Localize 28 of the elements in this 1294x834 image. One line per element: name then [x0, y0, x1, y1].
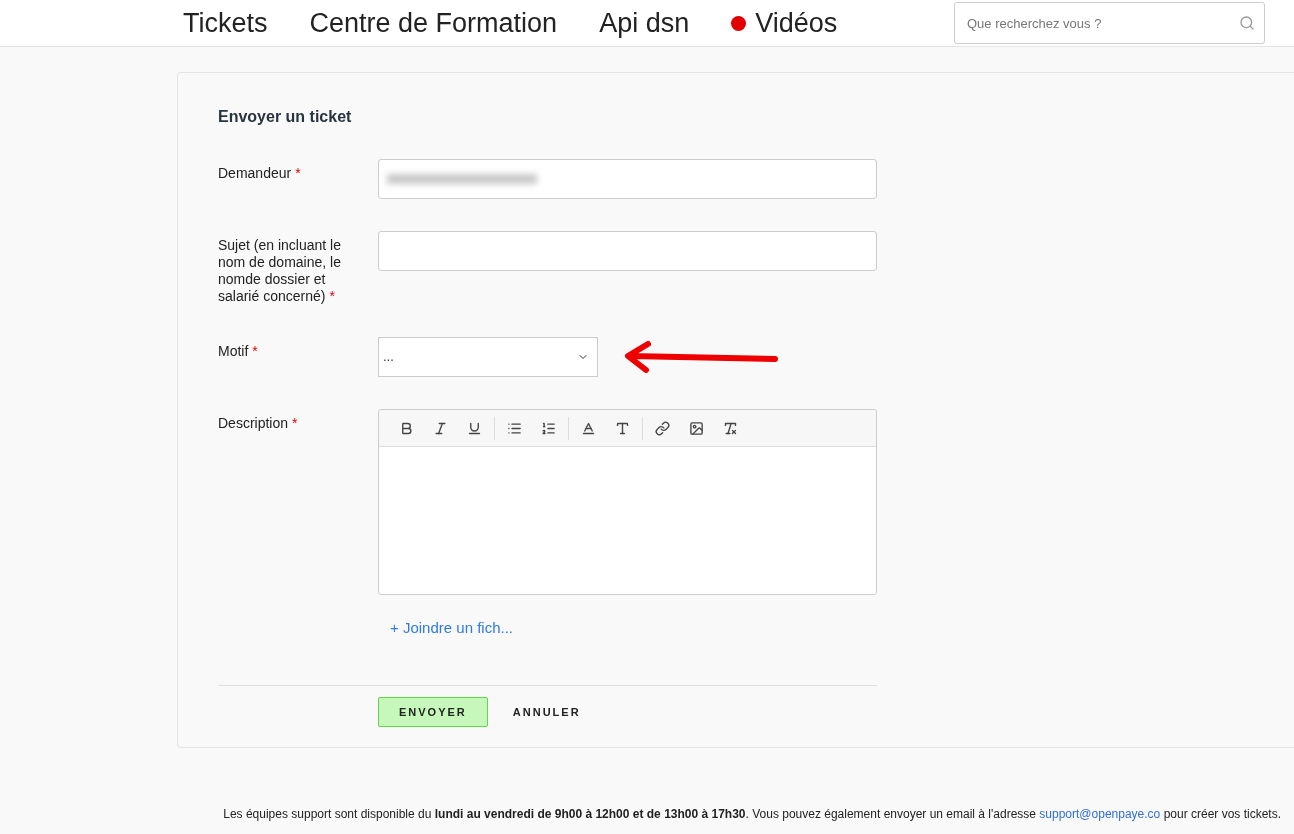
nav-link[interactable]: Api dsn — [599, 2, 690, 44]
email-link[interactable]: support@openpaye.co — [1039, 807, 1161, 821]
field-label: Description * — [218, 415, 298, 431]
text-color-icon[interactable] — [581, 420, 596, 436]
search-field[interactable]: Que recherchez vous ? — [954, 2, 1265, 44]
bold-icon[interactable] — [399, 420, 414, 436]
image-icon[interactable] — [689, 420, 704, 436]
field-label: Demandeur * — [218, 165, 301, 181]
italic-icon[interactable] — [433, 420, 448, 436]
nav-link[interactable]: Centre de Formation — [309, 2, 558, 44]
field-label: Motif * — [218, 343, 258, 359]
cancel-button[interactable]: ANNULER — [491, 697, 602, 727]
send-button[interactable]: ENVOYER — [378, 697, 488, 727]
bullet-list-icon[interactable] — [507, 420, 522, 436]
clear-format-icon[interactable] — [723, 420, 738, 436]
attach-file-link[interactable]: + Joindre un fich... — [390, 617, 513, 640]
text-field[interactable] — [378, 159, 877, 199]
link-icon[interactable] — [655, 420, 670, 436]
numbered-list-icon[interactable] — [541, 420, 556, 436]
motif-select[interactable]: ... — [378, 337, 598, 377]
underline-icon[interactable] — [467, 420, 482, 436]
text-field[interactable] — [378, 231, 877, 271]
nav-link[interactable]: Vidéos — [755, 2, 838, 44]
search-icon[interactable] — [1239, 15, 1255, 31]
footer-text: Les équipes support sont disponible du lundi au vendredi de 9h00 à 12h00 et de 13h00 à 17h30. Vous pouvez également envoyer un email à l'adresse support@openpaye.co pour créer vos tickets. — [222, 806, 1281, 823]
nav-link[interactable]: Tickets — [183, 2, 268, 44]
field-label: Sujet (en incluant le nom de domaine, le nomde dossier et salarié concerné) * — [218, 237, 341, 304]
form-title: Envoyer un ticket — [218, 107, 353, 127]
